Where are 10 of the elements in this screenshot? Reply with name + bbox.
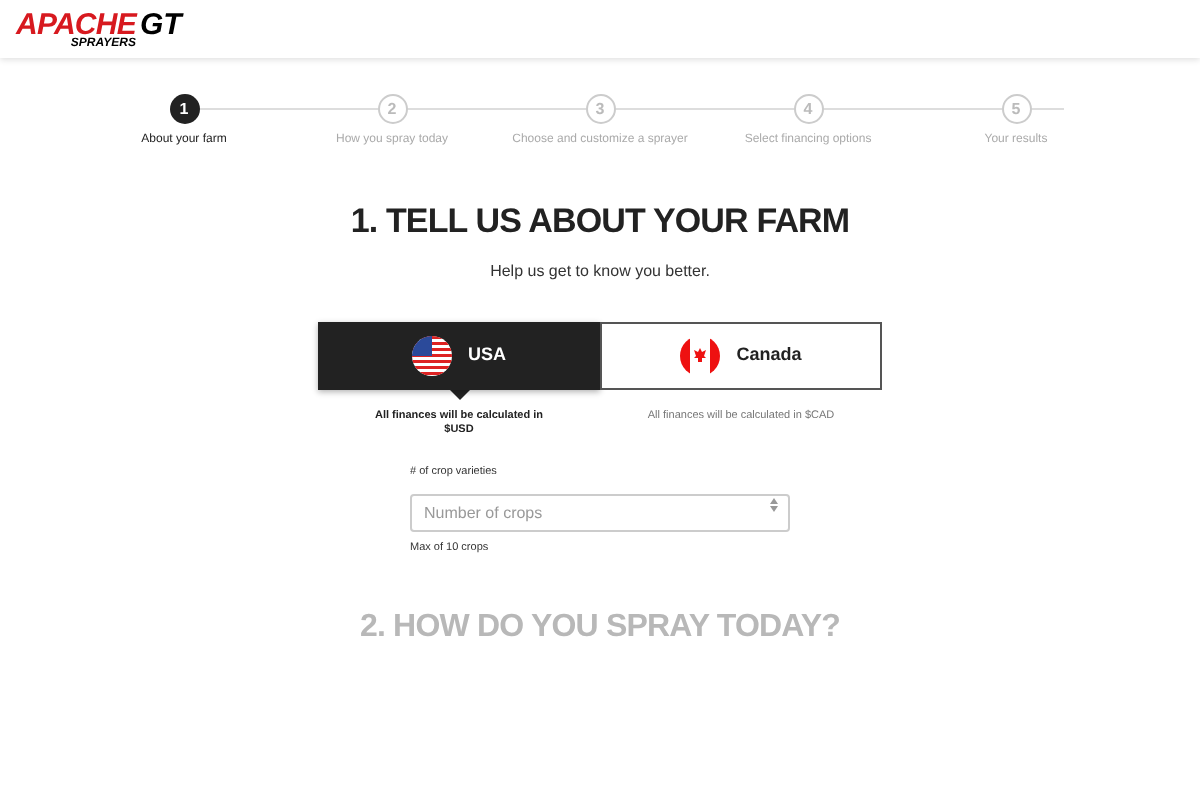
next-section-heading: 2. HOW DO YOU SPRAY TODAY? <box>359 608 841 649</box>
section-heading: 1. TELL US ABOUT YOUR FARM <box>350 200 850 244</box>
stepper-icon[interactable] <box>770 498 778 513</box>
country-option[interactable]: USA <box>318 321 600 389</box>
us-flag-icon <box>411 335 452 375</box>
country-option[interactable]: Canada <box>600 321 882 389</box>
crops-input[interactable]: Number of crops <box>410 494 790 533</box>
subtitle: Help us get to know you better. <box>490 259 710 283</box>
canada-flag-icon <box>680 335 721 375</box>
pointer-icon <box>449 389 469 399</box>
